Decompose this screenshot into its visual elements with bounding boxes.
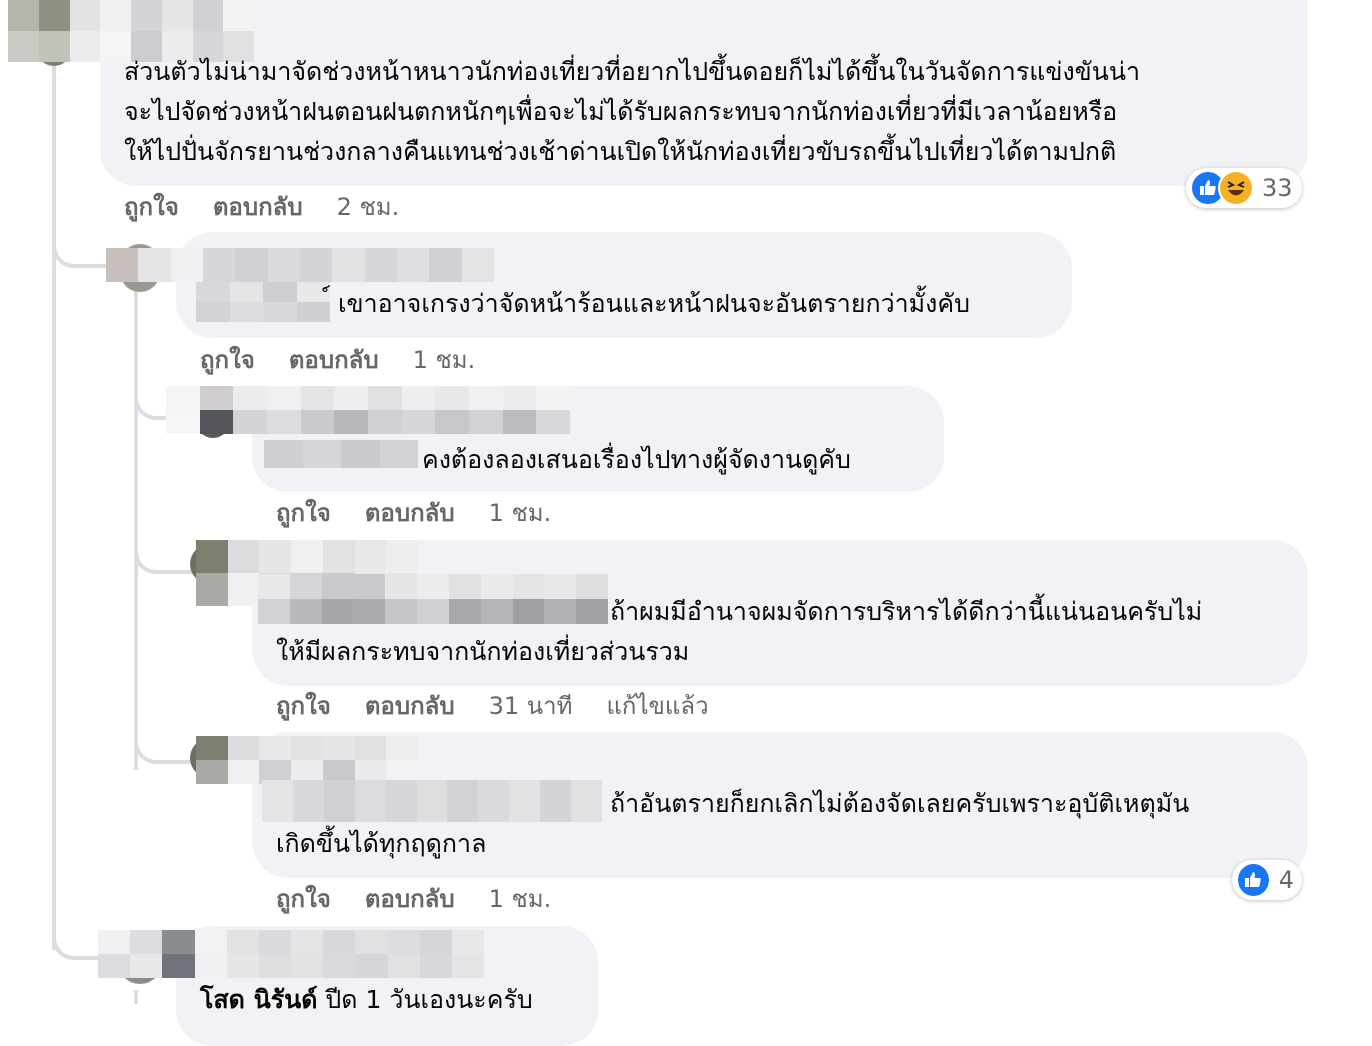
reaction-summary[interactable]: 4 bbox=[1232, 860, 1302, 900]
comment-text: ถ้าอันตรายก็ยกเลิกไม่ต้องจัดเลยครับเพราะ… bbox=[610, 789, 1190, 818]
reaction-summary[interactable]: 33 bbox=[1186, 168, 1302, 208]
blurred-author-name bbox=[166, 386, 570, 434]
reply-button[interactable]: ตอบกลับ bbox=[213, 193, 303, 221]
reaction-count: 4 bbox=[1278, 866, 1294, 894]
timestamp[interactable]: 2 ชม. bbox=[337, 193, 400, 221]
comment-text: ถ้าผมมีอำนาจผมจัดการบริหารได้ดีกว่านี้แน… bbox=[610, 597, 1203, 626]
comment-actions: ถูกใจ ตอบกลับ 31 นาที แก้ไขแล้ว bbox=[276, 691, 709, 721]
comment-author[interactable]: โสด นิรันด์ bbox=[200, 985, 317, 1014]
comment-text: จะไปจัดช่วงหน้าฝนตอนฝนตกหนักๆเพื่อจะไม่ไ… bbox=[124, 97, 1118, 126]
comment-text: คงต้องลองเสนอเรื่องไปทางผู้จัดงานดูคับ bbox=[422, 445, 851, 474]
comment-text: ให้ไปปั่นจักรยานช่วงกลางคืนแทนช่วงเช้าด่… bbox=[124, 137, 1117, 166]
comment-text: ์ เขาอาจเกรงว่าจัดหน้าร้อนและหน้าฝนจะอัน… bbox=[330, 289, 970, 318]
reply-button[interactable]: ตอบกลับ bbox=[365, 692, 455, 720]
blurred-author-name bbox=[106, 248, 494, 282]
like-button[interactable]: ถูกใจ bbox=[200, 346, 255, 374]
haha-reaction-icon bbox=[1218, 170, 1254, 206]
timestamp[interactable]: 1 ชม. bbox=[413, 346, 476, 374]
comment-text: เกิดขึ้นได้ทุกฤดูกาล bbox=[276, 829, 487, 858]
timestamp[interactable]: 1 ชม. bbox=[489, 499, 552, 527]
edited-label[interactable]: แก้ไขแล้ว bbox=[606, 692, 708, 720]
blurred-author-name bbox=[98, 930, 484, 978]
thread-connector-4 bbox=[134, 720, 194, 764]
reaction-count: 33 bbox=[1262, 174, 1293, 202]
comment-text: ส่วนตัวไม่น่ามาจัดช่วงหน้าหนาวนักท่องเที… bbox=[124, 57, 1140, 86]
blurred-mention bbox=[262, 780, 602, 822]
reply-button[interactable]: ตอบกลับ bbox=[365, 499, 455, 527]
like-button[interactable]: ถูกใจ bbox=[276, 499, 331, 527]
thread-connector-6 bbox=[52, 900, 100, 960]
comment-actions: ถูกใจ ตอบกลับ 2 ชม. bbox=[124, 192, 433, 222]
thread-connector-3 bbox=[134, 530, 194, 574]
blurred-author-name bbox=[196, 736, 418, 784]
thread-line-bottom bbox=[134, 990, 138, 1004]
like-reaction-icon bbox=[1236, 862, 1271, 898]
blurred-mention bbox=[258, 574, 608, 624]
comment-text-body: ปีด 1 วันเองนะครับ bbox=[325, 985, 533, 1014]
timestamp[interactable]: 1 ชม. bbox=[489, 885, 552, 913]
reply-button[interactable]: ตอบกลับ bbox=[289, 346, 379, 374]
comment-actions: ถูกใจ ตอบกลับ 1 ชม. bbox=[276, 884, 585, 914]
timestamp[interactable]: 31 นาที bbox=[489, 692, 573, 720]
blurred-mention bbox=[264, 440, 418, 468]
thread-connector-1 bbox=[52, 220, 110, 268]
comment-actions: ถูกใจ ตอบกลับ 1 ชม. bbox=[200, 345, 509, 375]
comment-actions: ถูกใจ ตอบกลับ 1 ชม. bbox=[276, 498, 585, 528]
like-button[interactable]: ถูกใจ bbox=[276, 692, 331, 720]
like-button[interactable]: ถูกใจ bbox=[124, 193, 179, 221]
thread-line-root bbox=[52, 50, 56, 950]
blurred-mention bbox=[196, 282, 330, 322]
reply-button[interactable]: ตอบกลับ bbox=[365, 885, 455, 913]
comment-text: ให้มีผลกระทบจากนักท่องเที่ยวส่วนรวม bbox=[276, 637, 690, 666]
like-button[interactable]: ถูกใจ bbox=[276, 885, 331, 913]
thread-connector-2 bbox=[134, 380, 168, 420]
comment-text: โสด นิรันด์ ปีด 1 วันเองนะครับ bbox=[200, 980, 533, 1020]
